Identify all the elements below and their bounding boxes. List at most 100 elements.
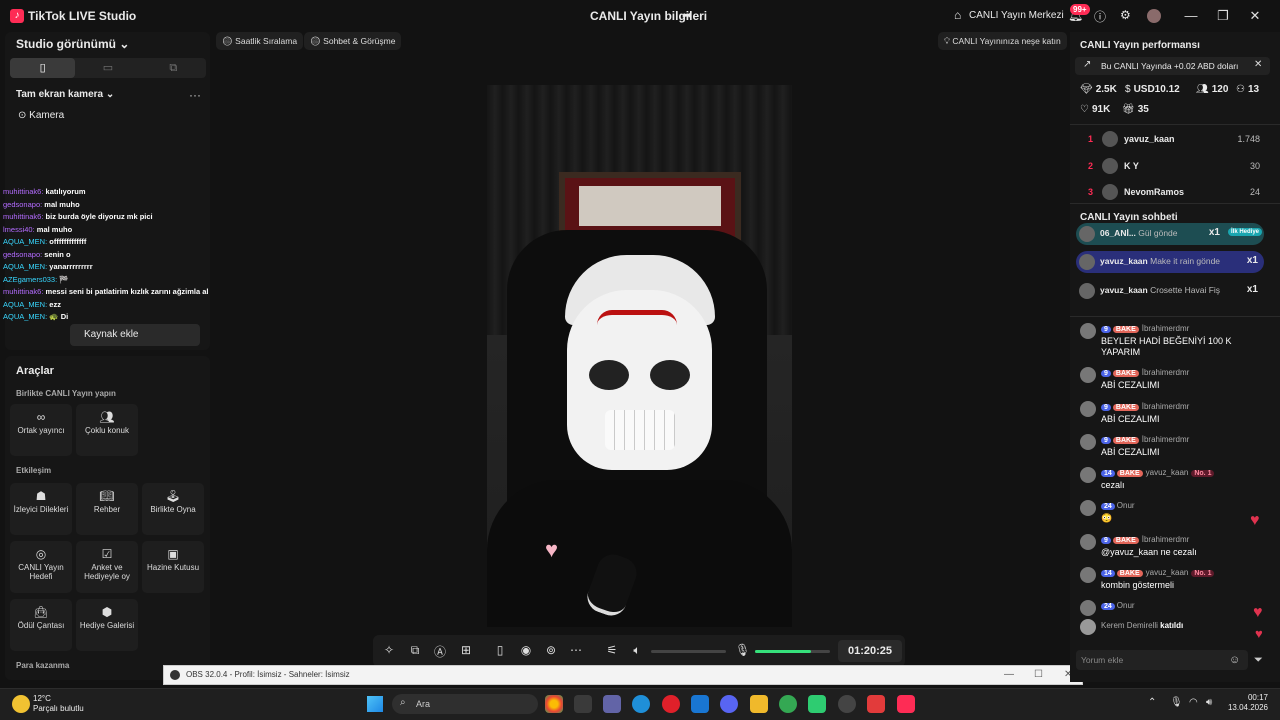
edge-icon[interactable]	[632, 695, 650, 713]
store-icon[interactable]	[574, 695, 592, 713]
live-goal-tool[interactable]: ◎ CANLI Yayın Hedefi	[10, 541, 72, 593]
emoji-icon[interactable]: ☺	[1229, 654, 1240, 666]
viewer-wishes-tool[interactable]: ☗ İzleyici Dilekleri	[10, 483, 72, 535]
gear-icon[interactable]: ⚙	[1120, 8, 1131, 22]
folder-icon[interactable]	[750, 695, 768, 713]
level-badge: 9	[1101, 437, 1111, 444]
treasure-tool[interactable]: ▣ Hazine Kutusu	[142, 541, 204, 593]
landscape-layout-button[interactable]: ▭	[75, 58, 140, 78]
filter-icon[interactable]: ⏷	[1254, 654, 1263, 667]
gift-gallery-tool[interactable]: ⬢ Hediye Galerisi	[76, 599, 138, 651]
mic-tray-icon[interactable]: 🎙︎	[1170, 697, 1183, 708]
gift-user-name: 06_ANİ...	[1100, 228, 1136, 238]
camera-settings-icon[interactable]: ⊚	[544, 643, 558, 657]
app-icon[interactable]	[808, 695, 826, 713]
close-note-icon[interactable]: ✕	[1254, 59, 1262, 70]
share-icon[interactable]: ➦	[682, 8, 696, 22]
fullscreen-camera-dropdown[interactable]: Tam ekran kamera ⌄	[16, 89, 114, 100]
weather-widget[interactable]: 12°C Parçalı bulutlu	[33, 694, 84, 714]
settings-sliders-icon[interactable]: ⚟	[605, 643, 619, 657]
obs-minimize-icon[interactable]: —	[1004, 666, 1014, 684]
chat-meet-button[interactable]: 🟡︎ Sohbet & Görüşme	[304, 32, 402, 50]
chat-text: offfffffffffff	[49, 237, 87, 246]
dual-layout-button[interactable]: ⧉	[141, 58, 206, 78]
opera-icon[interactable]	[662, 695, 680, 713]
obs-window-bar[interactable]: OBS 32.0.4 - Profil: İsimsiz - Sahneler:…	[163, 665, 1083, 685]
phone-icon[interactable]: ▯	[493, 643, 507, 657]
more-options-icon[interactable]: ···	[189, 88, 201, 102]
tiktok-taskbar-icon[interactable]	[897, 695, 915, 713]
chevron-down-icon: ⌄	[119, 37, 130, 51]
divider	[1070, 316, 1280, 317]
magic-wand-icon[interactable]: ✧	[382, 643, 396, 657]
comment-input[interactable]: Yorum ekle	[1076, 650, 1248, 670]
help-icon[interactable]: ⓘ	[1094, 8, 1106, 25]
chrome-alt-icon[interactable]	[779, 695, 797, 713]
minimize-icon[interactable]: —	[1181, 6, 1201, 26]
rank-score: 30	[1249, 160, 1260, 171]
discord-icon[interactable]	[720, 695, 738, 713]
message-user: yavuz_kaan	[1145, 568, 1189, 577]
microphone-icon[interactable]: 🎙︎	[735, 643, 750, 657]
clock[interactable]: 00:17 13.04.2026	[1226, 693, 1268, 713]
lightbulb-icon: 💡︎	[944, 36, 950, 46]
level-badge: 9	[1101, 370, 1111, 377]
chrome-icon[interactable]	[545, 695, 563, 713]
add-media-icon[interactable]: ⊞	[459, 643, 473, 657]
obs-taskbar-icon[interactable]	[838, 695, 856, 713]
record-icon[interactable]: ◉	[519, 643, 533, 657]
volume-icon[interactable]: 🔊︎	[1206, 697, 1212, 708]
avatar[interactable]	[1147, 9, 1161, 23]
poll-tool[interactable]: ☑ Anket ve Hediyeyle oy	[76, 541, 138, 593]
layout-selector[interactable]: ▯ ▭ ⧉	[10, 58, 206, 78]
add-source-button[interactable]: Kaynak ekle	[70, 324, 200, 346]
chat-user: muhittinak6:	[3, 187, 44, 196]
close-icon[interactable]: ✕	[1245, 6, 1265, 26]
ai-icon[interactable]: Ⓐ	[433, 643, 447, 660]
coin-icon: 🟡︎	[222, 36, 233, 46]
chevron-up-icon[interactable]: ⌃	[1148, 697, 1156, 708]
trend-icon: ↗	[1083, 59, 1092, 70]
reward-bag-tool[interactable]: 👜︎ Ödül Çantası	[10, 599, 72, 651]
usd-value: USD10.12	[1133, 84, 1180, 95]
effects-icon[interactable]: ⧉	[408, 643, 422, 658]
teams-icon[interactable]	[603, 695, 621, 713]
cohost-tool[interactable]: ∞ Ortak yayıncı	[10, 404, 72, 456]
mail-icon[interactable]	[691, 695, 709, 713]
video-preview[interactable]: ♥	[487, 85, 792, 627]
windows-start-icon[interactable]	[367, 696, 383, 712]
home-icon[interactable]: ⌂	[954, 8, 961, 22]
mic-volume-slider[interactable]	[755, 650, 830, 653]
chat-log-row: AQUA_MEN: ezz	[3, 299, 208, 312]
maximize-icon[interactable]: ❐	[1213, 6, 1233, 26]
streamer-shirt	[487, 480, 792, 627]
speaker-volume-slider[interactable]	[651, 650, 726, 653]
message-meta: 14 BAKE yavuz_kaan No. 1	[1101, 568, 1215, 577]
ranking-row[interactable]: 2 K Y 30	[1076, 154, 1266, 178]
camera-source[interactable]: ⊙ Kamera	[18, 110, 64, 121]
floating-heart-icon: ♥	[1255, 626, 1263, 641]
ranking-row[interactable]: 3 NevomRamos 24	[1076, 180, 1266, 204]
fun-tip-button[interactable]: 💡︎ CANLI Yayınınıza neşe katın	[938, 32, 1067, 50]
message-user: İbrahimerdmr	[1141, 535, 1190, 544]
multi-guest-tool[interactable]: 👥︎ Çoklu konuk	[76, 404, 138, 456]
chat-text: yanarrrrrrrrr	[49, 262, 93, 271]
live-center-link[interactable]: CANLI Yayın Merkezi	[969, 10, 1064, 21]
message-meta: 9 BAKE İbrahimerdmr	[1101, 402, 1189, 411]
obs-maximize-icon[interactable]: ☐	[1034, 666, 1043, 684]
play-together-tool[interactable]: 🕹︎ Birlikte Oyna	[142, 483, 204, 535]
weather-icon[interactable]	[12, 695, 30, 713]
speaker-icon[interactable]: 🔈︎	[630, 643, 644, 658]
video-app-icon[interactable]	[867, 695, 885, 713]
wifi-icon[interactable]: ◠	[1189, 697, 1198, 708]
message-meta: 14 BAKE yavuz_kaan No. 1	[1101, 468, 1215, 477]
ranking-row[interactable]: 1 yavuz_kaan 1.748	[1076, 127, 1266, 151]
studio-view-dropdown[interactable]: Studio görünümü ⌄	[16, 37, 129, 51]
taskbar-search[interactable]: Ara	[392, 694, 538, 714]
hourly-ranking-button[interactable]: 🟡︎ Saatlik Sıralama	[216, 32, 304, 50]
gift-count: x1	[1208, 227, 1220, 238]
more-icon[interactable]: ⋯	[569, 643, 583, 657]
message-user: İbrahimerdmr	[1141, 402, 1190, 411]
guide-tool[interactable]: 📖︎ Rehber	[76, 483, 138, 535]
portrait-layout-button[interactable]: ▯	[10, 58, 76, 78]
